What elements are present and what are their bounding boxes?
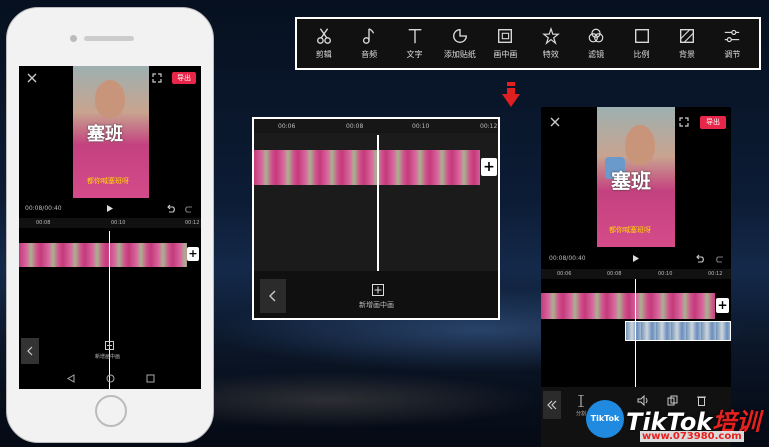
undo-icon[interactable] — [166, 204, 176, 213]
background-hatch-icon — [679, 29, 694, 43]
tool-audio[interactable]: 音频 — [346, 27, 391, 60]
caption-small: 都你喊塞班呀 — [609, 226, 651, 234]
tiktok-logo: TikTok — [586, 400, 624, 438]
tick-label: 00:08 — [36, 220, 51, 226]
video-track[interactable] — [254, 150, 480, 185]
playhead[interactable] — [109, 231, 110, 389]
tick-label: 00:12 — [708, 271, 723, 277]
tick-label: 00:08 — [346, 123, 364, 130]
chevron-left-icon — [269, 290, 276, 302]
tool-label: 文字 — [406, 50, 423, 59]
tick-label: 00:10 — [412, 123, 430, 130]
tool-label: 滤镜 — [588, 50, 605, 59]
collapse-button[interactable] — [543, 391, 561, 419]
export-button[interactable]: 导出 — [700, 116, 726, 129]
close-icon[interactable] — [550, 117, 560, 127]
split-label: 分割 — [576, 411, 587, 417]
sliders-icon — [725, 29, 740, 43]
fullscreen-icon[interactable] — [152, 73, 162, 83]
tool-sticker[interactable]: 添加贴纸 — [437, 27, 482, 60]
time-display: 00:08/00:40 — [549, 255, 586, 262]
add-clip-button[interactable]: + — [716, 298, 729, 313]
phone-home-button[interactable] — [95, 395, 127, 427]
tool-label: 剪辑 — [315, 50, 332, 59]
tick-label: 00:06 — [278, 123, 296, 130]
back-button[interactable] — [260, 279, 286, 313]
tool-label: 特效 — [542, 50, 559, 59]
tool-filter[interactable]: 滤镜 — [573, 27, 618, 60]
tool-pip[interactable]: 画中画 — [483, 27, 528, 60]
tick-label: 00:12 — [480, 123, 498, 130]
add-pip-label: 新增画中画 — [95, 354, 121, 360]
export-button[interactable]: 导出 — [172, 72, 196, 84]
tool-label: 音频 — [361, 50, 378, 59]
text-icon — [408, 29, 421, 44]
playhead[interactable] — [377, 135, 379, 271]
filter-circles-icon — [588, 28, 604, 43]
play-icon[interactable] — [632, 254, 640, 263]
sticker-icon — [452, 29, 467, 43]
phone-camera — [70, 35, 77, 42]
tool-label: 添加贴纸 — [443, 50, 476, 59]
tool-cut[interactable]: 剪辑 — [301, 27, 346, 60]
video-track[interactable] — [541, 293, 715, 319]
tool-ratio[interactable]: 比例 — [619, 27, 664, 60]
add-pip-icon[interactable] — [372, 284, 384, 296]
back-button[interactable] — [21, 338, 39, 364]
close-icon[interactable] — [27, 73, 37, 83]
tool-adjust[interactable]: 调节 — [710, 27, 755, 60]
add-clip-button[interactable]: + — [187, 247, 199, 261]
caption-small: 都你喊塞班呀 — [87, 177, 129, 185]
arrow-down-icon — [502, 82, 520, 107]
tick-label: 00:06 — [557, 271, 572, 277]
ratio-square-icon — [634, 29, 649, 43]
video-preview: 塞班 都你喊塞班呀 — [73, 66, 149, 198]
tool-background[interactable]: 背景 — [664, 27, 709, 60]
pip-track[interactable] — [625, 321, 731, 341]
video-preview: 塞班 都你喊塞班呀 — [597, 107, 675, 247]
tool-label: 调节 — [724, 50, 741, 59]
caption-big: 塞班 — [611, 169, 651, 193]
person-face — [95, 80, 125, 118]
tool-text[interactable]: 文字 — [392, 27, 437, 60]
time-display: 00:08/00:40 — [25, 205, 62, 212]
nav-recent-icon[interactable] — [146, 374, 155, 383]
sparkle-star-icon — [541, 27, 560, 45]
tick-label: 00:10 — [658, 271, 673, 277]
playhead[interactable] — [635, 279, 636, 387]
tool-effects[interactable]: 特效 — [528, 27, 573, 60]
add-pip-label: 新增画中画 — [359, 301, 394, 309]
double-chevron-left-icon — [547, 400, 557, 410]
redo-icon[interactable] — [715, 254, 725, 263]
person-face — [625, 125, 655, 165]
split-icon[interactable] — [577, 395, 585, 407]
tick-label: 00:10 — [111, 220, 126, 226]
add-pip-icon[interactable] — [105, 341, 114, 350]
add-clip-button[interactable]: + — [481, 158, 497, 176]
phone-speaker — [84, 36, 134, 41]
music-note-icon — [363, 28, 375, 44]
tool-label: 比例 — [633, 50, 650, 59]
tool-label: 背景 — [678, 50, 695, 59]
redo-icon[interactable] — [184, 204, 194, 213]
chevron-left-icon — [27, 346, 33, 356]
phone-screen: 导出 塞班 都你喊塞班呀 00:08/00:40 00:08 00:10 00:… — [19, 66, 201, 389]
editor-toolbar: 剪辑 音频 文字 添加贴纸 画中画 特效 滤镜 比例 背景 调节 — [295, 17, 761, 70]
caption-big: 塞班 — [87, 124, 123, 145]
picture-in-picture-icon — [498, 29, 513, 43]
tick-label: 00:08 — [607, 271, 622, 277]
play-icon[interactable] — [106, 204, 114, 213]
nav-home-icon[interactable] — [106, 374, 115, 383]
watermark-url: www.073980.com — [640, 431, 744, 442]
zoomed-timeline-panel: 00:06 00:08 00:10 00:12 + 新增画中画 — [252, 117, 500, 320]
scissors-icon — [316, 28, 331, 44]
video-track[interactable] — [19, 243, 187, 267]
tool-label: 画中画 — [493, 50, 518, 59]
nav-back-icon[interactable] — [67, 374, 75, 383]
undo-icon[interactable] — [695, 254, 705, 263]
fullscreen-icon[interactable] — [679, 117, 689, 127]
right-editor-screen: 导出 塞班 都你喊塞班呀 00:08/00:40 00:06 00:08 00:… — [541, 107, 731, 447]
tick-label: 00:12 — [185, 220, 200, 226]
